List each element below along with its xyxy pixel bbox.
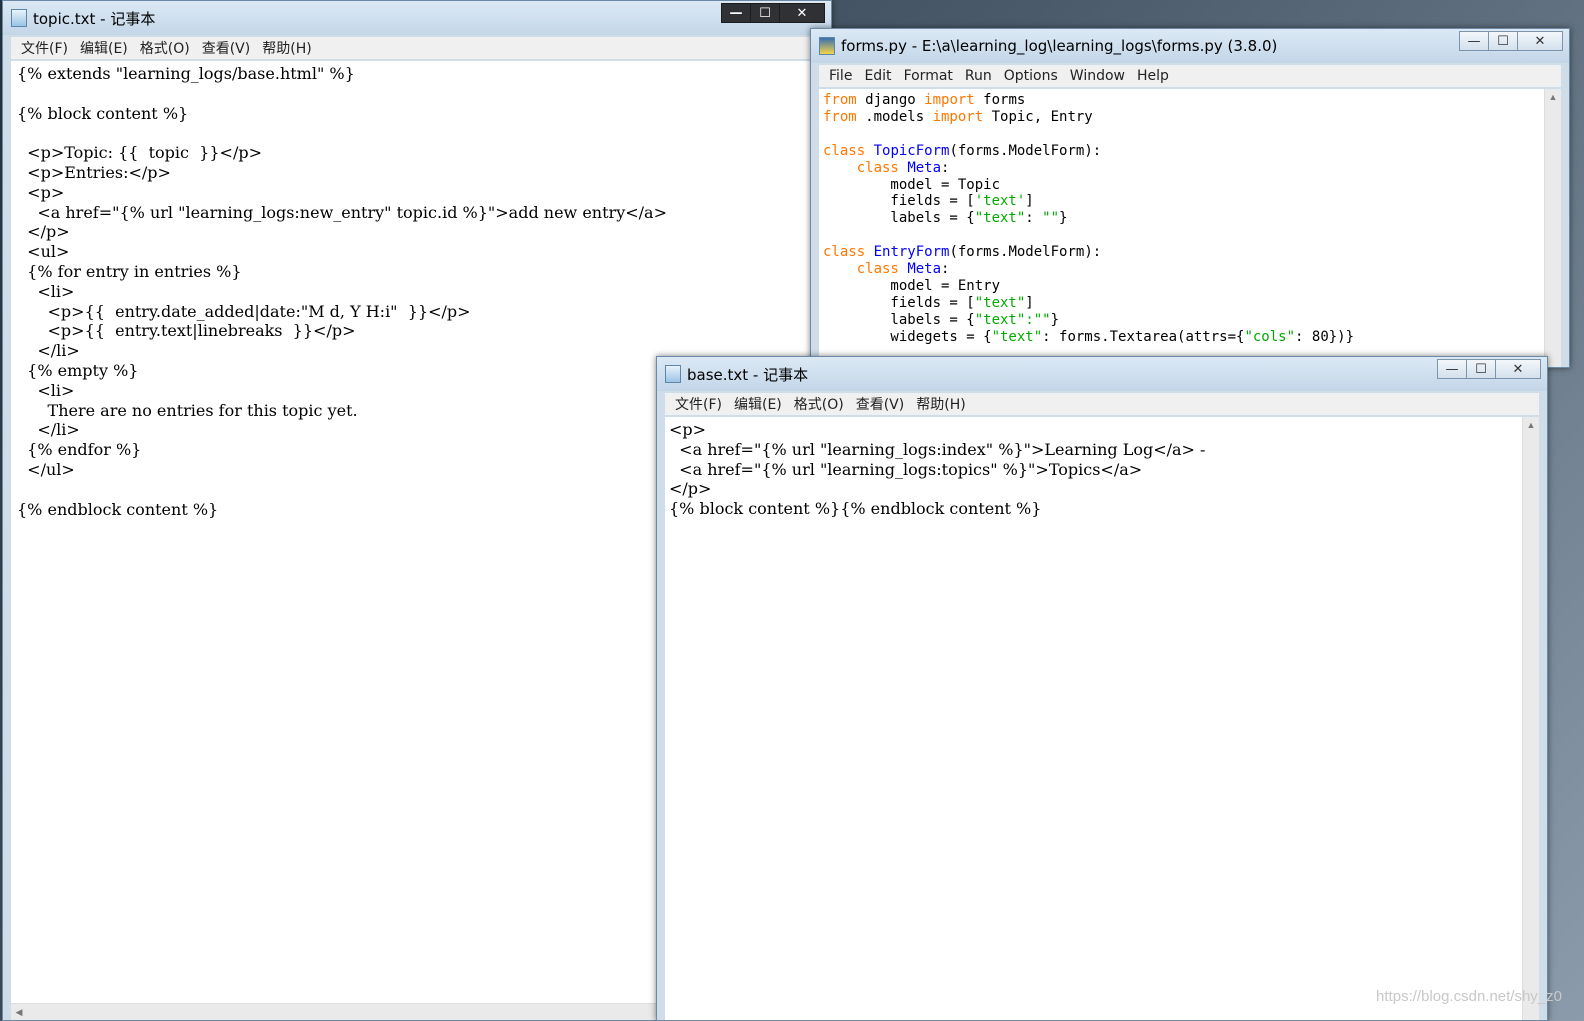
base-titlebar[interactable]: base.txt - 记事本 — ☐ ✕ bbox=[657, 357, 1547, 391]
topic-titlebar[interactable]: topic.txt - 记事本 — ☐ ✕ bbox=[3, 1, 831, 35]
base-notepad-window[interactable]: base.txt - 记事本 — ☐ ✕ 文件(F) 编辑(E) 格式(O) 查… bbox=[656, 356, 1548, 1021]
code-line: </p> bbox=[17, 222, 70, 242]
vertical-scrollbar[interactable]: ▲ bbox=[1544, 89, 1561, 367]
code-line: from django import forms bbox=[823, 92, 1026, 108]
menu-edit[interactable]: 编辑(E) bbox=[734, 394, 782, 414]
code-line: <p> bbox=[17, 182, 65, 202]
menu-bar: 文件(F) 编辑(E) 格式(O) 查看(V) 帮助(H) bbox=[665, 393, 1539, 415]
menu-file[interactable]: 文件(F) bbox=[21, 38, 68, 58]
code-line: model = Topic bbox=[823, 176, 1001, 193]
code-line: labels = {"text": ""} bbox=[823, 210, 1068, 227]
code-line: <p>Topic: {{ topic }}</p> bbox=[17, 143, 262, 163]
code-line: <ul> bbox=[17, 242, 70, 262]
scroll-left-icon[interactable]: ◀ bbox=[11, 1004, 27, 1020]
code-line: class EntryForm(forms.ModelForm): bbox=[823, 244, 1102, 261]
close-button[interactable]: ✕ bbox=[1495, 359, 1541, 379]
python-icon bbox=[819, 37, 835, 55]
base-text-editor[interactable]: <p> <a href="{% url "learning_logs:index… bbox=[665, 417, 1539, 1020]
close-button[interactable]: ✕ bbox=[779, 3, 825, 23]
menu-edit[interactable]: Edit bbox=[864, 68, 891, 84]
menu-format[interactable]: 格式(O) bbox=[794, 394, 844, 414]
code-line: fields = ["text"] bbox=[823, 294, 1034, 311]
menu-help[interactable]: 帮助(H) bbox=[916, 394, 965, 414]
menu-file[interactable]: File bbox=[829, 68, 852, 84]
window-title: topic.txt - 记事本 bbox=[33, 9, 156, 28]
code-line: {% extends "learning_logs/base.html" %} bbox=[17, 64, 355, 83]
menu-options[interactable]: Options bbox=[1004, 68, 1058, 84]
menu-format[interactable]: 格式(O) bbox=[140, 38, 190, 58]
code-line: model = Entry bbox=[823, 277, 1001, 294]
forms-titlebar[interactable]: forms.py - E:\a\learning_log\learning_lo… bbox=[811, 29, 1569, 63]
code-line: <li> bbox=[17, 281, 75, 301]
menu-view[interactable]: 查看(V) bbox=[856, 394, 905, 414]
minimize-button[interactable]: — bbox=[1459, 31, 1489, 51]
code-line: fields = ['text'] bbox=[823, 193, 1034, 210]
forms-code-editor[interactable]: from django import forms from .models imp… bbox=[819, 89, 1561, 367]
notepad-icon bbox=[665, 365, 681, 383]
code-line: class Meta: bbox=[856, 159, 950, 176]
code-line: {% for entry in entries %} bbox=[17, 261, 242, 281]
minimize-button[interactable]: — bbox=[721, 3, 751, 23]
maximize-button[interactable]: ☐ bbox=[1466, 359, 1496, 379]
menu-view[interactable]: 查看(V) bbox=[202, 38, 251, 58]
code-line: {% block content %}{% endblock content %… bbox=[669, 499, 1042, 519]
scroll-up-icon[interactable]: ▲ bbox=[1523, 417, 1539, 433]
minimize-button[interactable]: — bbox=[1437, 359, 1467, 379]
code-line: <a href="{% url "learning_logs:index" %}… bbox=[669, 439, 1206, 459]
code-line: widegets = {"text": forms.Textarea(attrs… bbox=[823, 328, 1355, 345]
menu-run[interactable]: Run bbox=[965, 68, 992, 84]
menu-help[interactable]: Help bbox=[1137, 68, 1169, 84]
code-line: class TopicForm(forms.ModelForm): bbox=[823, 142, 1102, 159]
scroll-up-icon[interactable]: ▲ bbox=[1545, 89, 1561, 105]
code-line: <a href="{% url "learning_logs:topics" %… bbox=[669, 459, 1143, 479]
watermark: https://blog.csdn.net/shy_z0 bbox=[1376, 988, 1562, 1005]
code-line: </p> bbox=[669, 479, 712, 499]
maximize-button[interactable]: ☐ bbox=[750, 3, 780, 23]
window-title: forms.py - E:\a\learning_log\learning_lo… bbox=[841, 37, 1278, 55]
code-line: {% block content %} bbox=[17, 103, 189, 123]
vertical-scrollbar[interactable]: ▲ bbox=[1522, 417, 1539, 1020]
menu-bar: 文件(F) 编辑(E) 格式(O) 查看(V) 帮助(H) bbox=[11, 37, 823, 59]
code-line: <p>{{ entry.date_added|date:"M d, Y H:i"… bbox=[17, 301, 471, 321]
notepad-icon bbox=[11, 9, 27, 27]
menu-help[interactable]: 帮助(H) bbox=[262, 38, 311, 58]
menu-format[interactable]: Format bbox=[904, 68, 953, 84]
window-title: base.txt - 记事本 bbox=[687, 365, 809, 384]
menu-bar: File Edit Format Run Options Window Help bbox=[819, 65, 1561, 87]
code-line: <p>{{ entry.text|linebreaks }}</p> bbox=[17, 321, 356, 341]
code-line: <a href="{% url "learning_logs:new_entry… bbox=[17, 202, 667, 222]
code-line: <p> bbox=[669, 420, 707, 439]
menu-file[interactable]: 文件(F) bbox=[675, 394, 722, 414]
forms-code[interactable]: from django import forms from .models imp… bbox=[819, 89, 1561, 346]
maximize-button[interactable]: ☐ bbox=[1488, 31, 1518, 51]
code-line: <p>Entries:</p> bbox=[17, 162, 171, 182]
code-line: from .models import Topic, Entry bbox=[823, 108, 1093, 125]
code-line: class Meta: bbox=[856, 261, 950, 278]
forms-idle-window[interactable]: forms.py - E:\a\learning_log\learning_lo… bbox=[810, 28, 1570, 368]
close-button[interactable]: ✕ bbox=[1517, 31, 1563, 51]
menu-window[interactable]: Window bbox=[1070, 68, 1125, 84]
menu-edit[interactable]: 编辑(E) bbox=[80, 38, 128, 58]
code-line: labels = {"text":""} bbox=[823, 311, 1060, 328]
base-text[interactable]: <p> <a href="{% url "learning_logs:index… bbox=[665, 417, 1539, 519]
